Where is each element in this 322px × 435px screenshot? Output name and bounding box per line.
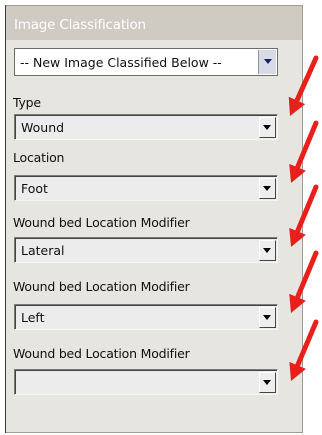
modifier-3-dropdown[interactable]	[14, 369, 278, 395]
modifier-3-dropdown-button[interactable]	[259, 372, 276, 393]
classification-select-value: -- New Image Classified Below --	[20, 55, 222, 70]
type-value: Wound	[21, 120, 65, 135]
location-value: Foot	[21, 181, 48, 196]
type-dropdown[interactable]: Wound	[14, 114, 278, 140]
chevron-down-icon	[264, 59, 272, 64]
panel-title: Image Classification	[6, 6, 302, 40]
classification-select-dropdown-button[interactable]	[258, 50, 276, 74]
modifier-1-value: Lateral	[21, 243, 65, 258]
image-classification-panel: Image Classification -- New Image Classi…	[5, 5, 303, 433]
classification-select[interactable]: -- New Image Classified Below --	[14, 48, 278, 76]
chevron-down-icon	[263, 380, 271, 385]
modifier-2-dropdown[interactable]: Left	[14, 304, 278, 330]
modifier-3-label: Wound bed Location Modifier	[13, 346, 190, 361]
modifier-1-dropdown-button[interactable]	[259, 240, 276, 261]
chevron-down-icon	[263, 186, 271, 191]
chevron-down-icon	[263, 315, 271, 320]
modifier-2-dropdown-button[interactable]	[259, 307, 276, 328]
chevron-down-icon	[263, 125, 271, 130]
location-dropdown[interactable]: Foot	[14, 175, 278, 201]
type-label: Type	[13, 95, 41, 110]
modifier-1-label: Wound bed Location Modifier	[13, 215, 190, 230]
location-label: Location	[13, 150, 65, 165]
type-dropdown-button[interactable]	[259, 117, 276, 138]
chevron-down-icon	[263, 248, 271, 253]
modifier-2-value: Left	[21, 310, 45, 325]
modifier-1-dropdown[interactable]: Lateral	[14, 237, 278, 263]
location-dropdown-button[interactable]	[259, 178, 276, 199]
modifier-2-label: Wound bed Location Modifier	[13, 279, 190, 294]
